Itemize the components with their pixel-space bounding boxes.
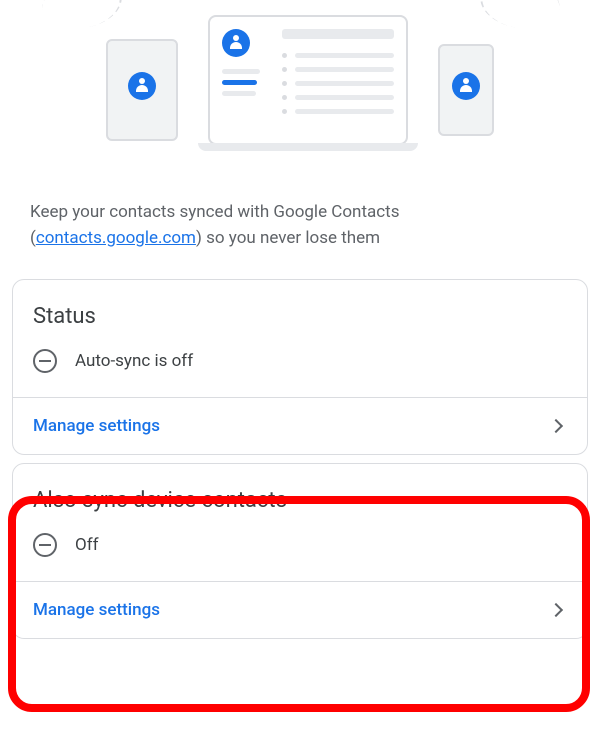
status-card: Status Auto-sync is off Manage settings: [12, 279, 588, 455]
device-manage-settings-label: Manage settings: [33, 600, 160, 620]
sync-off-icon: [33, 349, 57, 373]
device-manage-settings-button[interactable]: Manage settings: [33, 582, 567, 638]
description-text: Keep your contacts synced with Google Co…: [0, 180, 600, 271]
contacts-link[interactable]: contacts.google.com: [36, 228, 196, 248]
tablet-device-icon: [106, 39, 178, 141]
avatar-icon: [128, 72, 156, 100]
avatar-icon: [452, 72, 480, 100]
status-card-title: Status: [33, 304, 567, 329]
chevron-right-icon: [549, 419, 563, 433]
sync-off-icon: [33, 533, 57, 557]
status-text: Auto-sync is off: [75, 351, 193, 371]
manage-settings-label: Manage settings: [33, 416, 160, 436]
laptop-device-icon: [198, 15, 418, 165]
device-contacts-card: Also sync device contacts Off Manage set…: [12, 463, 588, 639]
manage-settings-button[interactable]: Manage settings: [33, 398, 567, 454]
device-status-row: Off: [33, 533, 567, 581]
chevron-right-icon: [549, 603, 563, 617]
phone-device-icon: [438, 44, 494, 136]
status-row: Auto-sync is off: [33, 349, 567, 397]
device-status-text: Off: [75, 535, 99, 555]
illustration-devices: [0, 0, 600, 180]
device-card-title: Also sync device contacts: [33, 488, 567, 513]
